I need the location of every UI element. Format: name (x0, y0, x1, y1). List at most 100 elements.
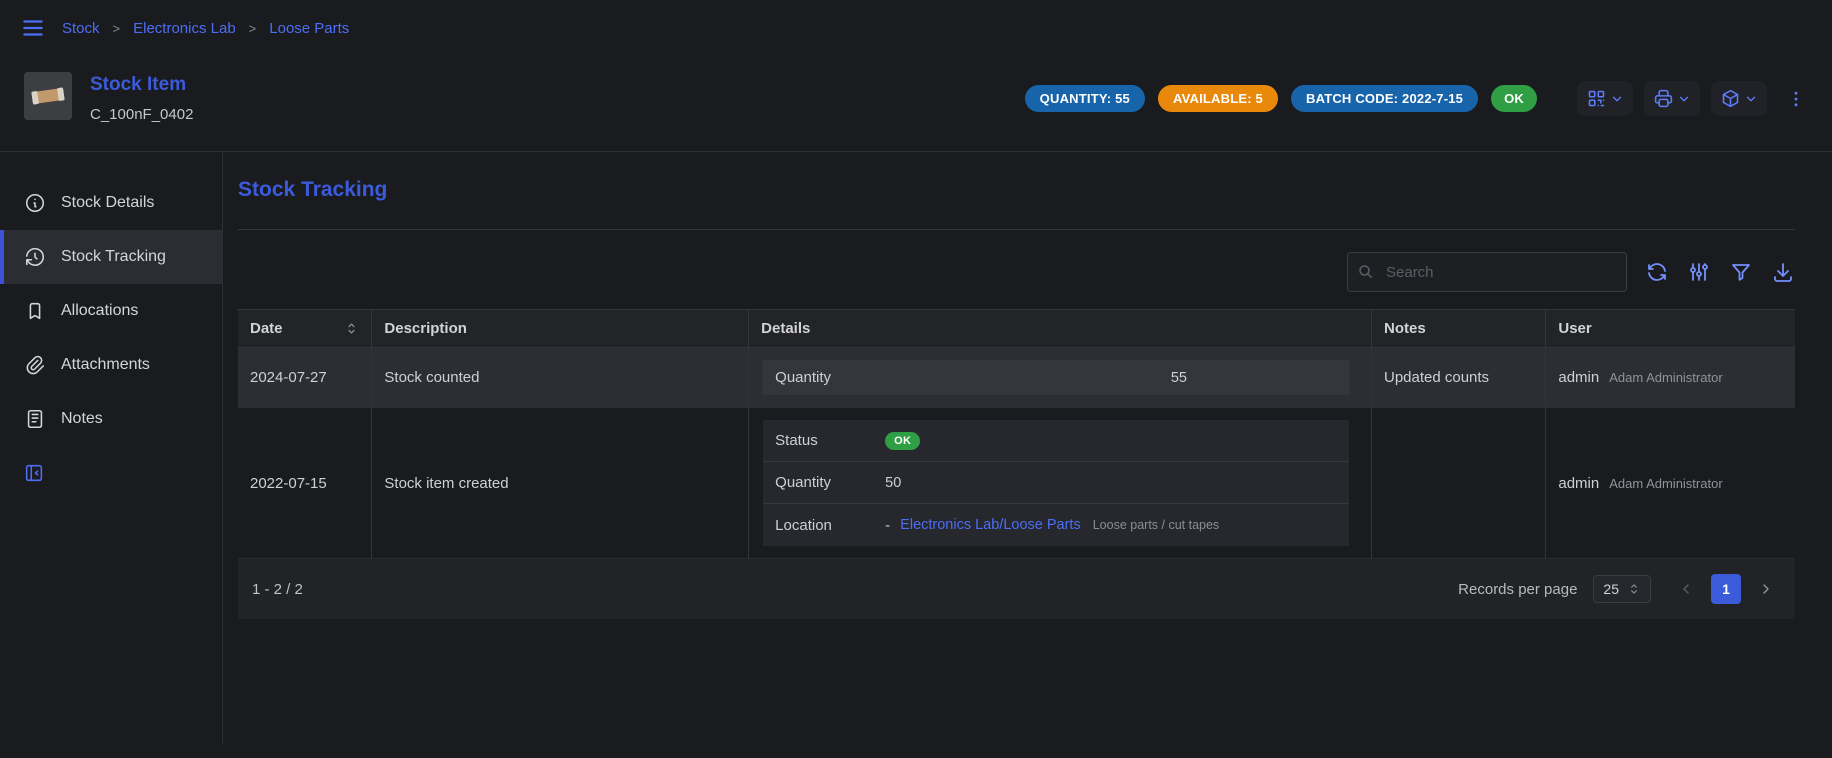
more-actions-menu-icon[interactable] (1786, 89, 1806, 109)
table-toolbar (238, 252, 1795, 292)
breadcrumb-loose-parts[interactable]: Loose Parts (269, 20, 349, 37)
sidebar-item-stock-details[interactable]: Stock Details (0, 176, 222, 230)
user-full-name: Adam Administrator (1609, 370, 1722, 385)
detail-row-location: Location - Electronics Lab/Loose Parts L… (763, 504, 1349, 546)
page-number-button[interactable]: 1 (1711, 574, 1741, 604)
table-row: 2022-07-15 Stock item created Status OK … (238, 408, 1795, 559)
refresh-icon[interactable] (1645, 260, 1669, 284)
search-input[interactable] (1347, 252, 1627, 292)
cell-notes (1371, 408, 1545, 559)
history-icon (24, 246, 46, 268)
main-panel: Stock Tracking (223, 152, 1832, 744)
print-actions-button[interactable] (1644, 81, 1700, 116)
hamburger-menu-icon[interactable] (20, 15, 46, 41)
record-range: 1 - 2 / 2 (252, 581, 303, 598)
sidebar-item-label: Notes (61, 410, 103, 428)
page-title: Stock Item (90, 74, 193, 96)
cell-user: admin Adam Administrator (1546, 408, 1795, 559)
records-per-page-label: Records per page (1458, 581, 1577, 598)
sidebar: Stock Details Stock Tracking Allocations… (0, 152, 223, 744)
breadcrumb-separator: > (249, 21, 257, 36)
location-link[interactable]: Electronics Lab/Loose Parts (900, 517, 1081, 533)
cell-details: Status OK Quantity 50 Location - (749, 408, 1372, 559)
pagination-controls: Records per page 25 1 (1458, 574, 1781, 604)
info-circle-icon (24, 192, 46, 214)
cell-description: Stock counted (372, 348, 749, 408)
chevron-down-icon (1744, 92, 1758, 106)
column-header-description: Description (372, 310, 749, 348)
cell-user: admin Adam Administrator (1546, 348, 1795, 408)
stock-item-header: Stock Item C_100nF_0402 QUANTITY: 55 AVA… (0, 56, 1832, 152)
breadcrumb-electronics-lab[interactable]: Electronics Lab (133, 20, 236, 37)
page-size-select[interactable]: 25 (1593, 575, 1651, 603)
bookmark-icon (24, 300, 46, 322)
quantity-badge: QUANTITY: 55 (1025, 85, 1145, 112)
sort-icon (344, 321, 359, 336)
status-ok-badge: OK (885, 432, 920, 450)
header-action-buttons (1577, 81, 1806, 116)
detail-row-status: Status OK (763, 420, 1349, 462)
column-header-date[interactable]: Date (238, 310, 372, 348)
previous-page-icon[interactable] (1671, 574, 1701, 604)
location-description: Loose parts / cut tapes (1093, 518, 1219, 532)
available-badge: AVAILABLE: 5 (1158, 85, 1278, 112)
sidebar-item-label: Stock Tracking (61, 248, 166, 266)
paperclip-icon (24, 354, 46, 376)
chevron-down-icon (1610, 92, 1624, 106)
selector-icon (1627, 582, 1641, 596)
title-block: Stock Item C_100nF_0402 (90, 72, 193, 123)
next-page-icon[interactable] (1751, 574, 1781, 604)
sidebar-item-label: Attachments (61, 356, 150, 374)
part-name: C_100nF_0402 (90, 106, 193, 123)
table-row: 2024-07-27 Stock counted Quantity 55 Upd… (238, 348, 1795, 408)
table-columns-adjustments-icon[interactable] (1687, 260, 1711, 284)
sidebar-item-stock-tracking[interactable]: Stock Tracking (0, 230, 222, 284)
sidebar-item-label: Stock Details (61, 194, 154, 212)
status-ok-badge: OK (1491, 85, 1537, 112)
detail-value: 55 (1171, 370, 1337, 386)
sidebar-item-attachments[interactable]: Attachments (0, 338, 222, 392)
sidebar-item-label: Allocations (61, 302, 138, 320)
sidebar-collapse-icon[interactable] (23, 462, 45, 484)
page-size-value: 25 (1603, 581, 1619, 597)
table-footer: 1 - 2 / 2 Records per page 25 1 (238, 559, 1795, 619)
printer-icon (1653, 88, 1674, 109)
breadcrumb-separator: > (113, 21, 121, 36)
cell-date: 2024-07-27 (238, 348, 372, 408)
stock-tracking-table: Date Description Details Notes User (238, 309, 1795, 619)
stock-operations-cube-icon (1720, 88, 1741, 109)
detail-label: Location (775, 517, 885, 534)
column-header-details: Details (749, 310, 1372, 348)
download-icon[interactable] (1771, 260, 1795, 284)
user-full-name: Adam Administrator (1609, 476, 1722, 491)
detail-row-quantity: Quantity 50 (763, 462, 1349, 504)
notes-icon (24, 408, 46, 430)
detail-value: 50 (885, 475, 901, 491)
sidebar-item-notes[interactable]: Notes (0, 392, 222, 446)
table-header-row: Date Description Details Notes User (238, 310, 1795, 348)
qrcode-icon (1586, 88, 1607, 109)
pager: 1 (1671, 574, 1781, 604)
part-thumbnail[interactable] (24, 72, 72, 120)
location-dash: - (885, 517, 890, 534)
username: admin (1558, 475, 1599, 492)
cell-notes: Updated counts (1371, 348, 1545, 408)
heading-divider (238, 229, 1795, 230)
sidebar-item-allocations[interactable]: Allocations (0, 284, 222, 338)
detail-label: Status (775, 432, 885, 449)
detail-label: Quantity (775, 474, 885, 491)
stock-operations-button[interactable] (1711, 81, 1767, 116)
cell-date: 2022-07-15 (238, 408, 372, 559)
batch-code-badge: BATCH CODE: 2022-7-15 (1291, 85, 1478, 112)
username: admin (1558, 369, 1599, 386)
column-header-user: User (1546, 310, 1795, 348)
cell-description: Stock item created (372, 408, 749, 559)
barcode-actions-button[interactable] (1577, 81, 1633, 116)
filter-icon[interactable] (1729, 260, 1753, 284)
detail-subtable: Status OK Quantity 50 Location - (763, 420, 1349, 546)
top-navigation-bar: Stock > Electronics Lab > Loose Parts (0, 0, 1832, 56)
status-badges: QUANTITY: 55 AVAILABLE: 5 BATCH CODE: 20… (1025, 85, 1537, 112)
detail-row: Quantity 55 (763, 360, 1349, 395)
header-right: QUANTITY: 55 AVAILABLE: 5 BATCH CODE: 20… (1025, 81, 1806, 116)
breadcrumb-stock[interactable]: Stock (62, 20, 100, 37)
